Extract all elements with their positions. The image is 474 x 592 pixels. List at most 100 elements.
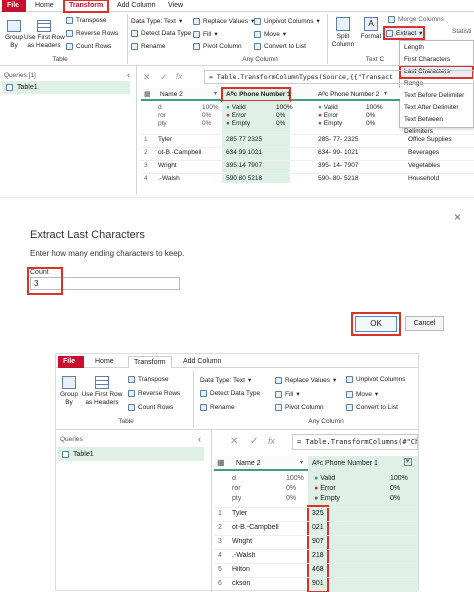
use-first-row-button[interactable]: Use First Row as Headers xyxy=(80,376,124,407)
cell-category[interactable]: Beverages xyxy=(408,149,439,156)
tab-home[interactable]: Home xyxy=(30,0,59,12)
column-filter-icon[interactable]: ▾ xyxy=(300,459,303,466)
fill-button[interactable]: Fill ▾ xyxy=(275,390,300,398)
formula-input[interactable]: = Table.TransformColumns(#"Ch xyxy=(292,434,418,450)
tab-view[interactable]: View xyxy=(163,0,188,12)
cell-name2[interactable]: Hilton xyxy=(232,566,306,573)
column-filter-icon[interactable]: ▾ xyxy=(214,90,217,97)
cell-phone1[interactable]: 907 xyxy=(312,538,324,545)
move-button[interactable]: Move ▾ xyxy=(346,390,378,398)
tab-transform[interactable]: Transform xyxy=(128,356,172,368)
column-header-name2[interactable]: Name 2 xyxy=(160,91,183,98)
formula-input[interactable]: = Table.TransformColumnTypes(Source,{{"T… xyxy=(204,70,474,84)
data-type-dropdown[interactable]: Data Type: Text ▾ xyxy=(131,17,182,26)
fill-button[interactable]: Fill ▾ xyxy=(193,30,218,38)
move-button[interactable]: Move ▾ xyxy=(254,30,286,38)
cell-phone1[interactable]: 634 99 1021 xyxy=(226,149,262,156)
cell-phone1[interactable]: 285 77 2325 xyxy=(226,136,262,143)
split-column-button[interactable]: Split Column xyxy=(330,17,356,49)
detect-data-type-button[interactable]: Detect Data Type xyxy=(200,390,260,397)
use-first-row-button[interactable]: Use First Row as Headers xyxy=(24,20,65,50)
collapse-pane-icon[interactable]: ‹ xyxy=(198,434,201,444)
collapse-pane-icon[interactable]: ‹ xyxy=(127,70,130,80)
rename-button[interactable]: Rename xyxy=(131,43,166,50)
group-by-button[interactable]: Group By xyxy=(58,376,80,407)
cell-phone1[interactable]: 590 80 5218 xyxy=(226,175,262,182)
unpivot-columns-button[interactable]: Unpivot Columns xyxy=(346,376,406,383)
extract-label: Extract xyxy=(396,29,417,37)
count-rows-button[interactable]: Count Rows xyxy=(128,404,173,411)
transpose-button[interactable]: Transpose xyxy=(66,17,106,24)
replace-values-button[interactable]: Replace Values ▾ xyxy=(193,17,254,25)
menu-item-text-between-delimiters[interactable]: Text Between Delimiters xyxy=(400,114,473,135)
tab-file[interactable]: File xyxy=(2,0,26,12)
table-menu-icon[interactable]: ▦ xyxy=(217,458,225,467)
ok-button[interactable]: OK xyxy=(355,316,397,332)
replace-values-button[interactable]: Replace Values ▾ xyxy=(275,376,336,384)
unpivot-columns-button[interactable]: Unpivot Columns ▾ xyxy=(254,17,320,25)
menu-item-text-before-delimiter[interactable]: Text Before Delimiter xyxy=(400,90,473,102)
cell-phone1[interactable]: 218 xyxy=(312,552,324,559)
cell-category[interactable]: Household xyxy=(408,175,439,182)
commit-formula-icon[interactable]: ✓ xyxy=(160,72,168,83)
cell-name2[interactable]: .-Walsh xyxy=(158,175,220,182)
convert-to-list-button[interactable]: Convert to List xyxy=(346,404,398,411)
cell-name2[interactable]: ot-B.-Campbell xyxy=(158,149,220,156)
cancel-button[interactable]: Cancel xyxy=(405,316,444,331)
transpose-icon xyxy=(66,17,73,24)
commit-formula-icon[interactable]: ✓ xyxy=(250,436,258,447)
cell-name2[interactable]: Wright xyxy=(232,538,306,545)
tab-home[interactable]: Home xyxy=(90,356,119,368)
group-by-button[interactable]: Group By xyxy=(2,20,26,50)
column-header-name2[interactable]: Name 2 xyxy=(236,460,261,467)
cell-name2[interactable]: ckson xyxy=(232,580,306,587)
data-type-dropdown[interactable]: Data Type: Text ▾ xyxy=(200,376,251,385)
tab-add-column[interactable]: Add Column xyxy=(178,356,227,368)
table-menu-icon[interactable]: ▦ xyxy=(144,90,151,98)
count-input[interactable]: 3 xyxy=(34,279,38,288)
cell-phone1[interactable]: 395 14 7907 xyxy=(226,162,262,169)
cell-phone1[interactable]: 468 xyxy=(312,566,324,573)
cell-phone2[interactable]: 285- 77- 2325 xyxy=(318,136,358,143)
cell-phone2[interactable]: 590- 80- 5218 xyxy=(318,175,358,182)
format-button[interactable]: A Format xyxy=(358,17,384,41)
cell-phone2[interactable]: 395- 14- 7907 xyxy=(318,162,358,169)
tab-transform[interactable]: Transform xyxy=(62,0,110,13)
cell-name2[interactable]: Tyler xyxy=(232,510,306,517)
count-rows-button[interactable]: Count Rows xyxy=(66,43,111,50)
cell-name2[interactable]: .-Walsh xyxy=(232,552,306,559)
reverse-rows-button[interactable]: Reverse Rows xyxy=(128,390,180,397)
row-number: 5 xyxy=(218,566,222,573)
detect-data-type-button[interactable]: Detect Data Type xyxy=(131,30,191,37)
cell-phone1[interactable]: 325 xyxy=(312,510,324,517)
cell-name2[interactable]: ot-B.-Campbell xyxy=(232,524,306,531)
column-filter-icon[interactable]: ▾ xyxy=(384,90,387,97)
query-item-table1[interactable]: Table1 xyxy=(58,447,204,461)
transpose-button[interactable]: Transpose xyxy=(128,376,168,383)
cell-name2[interactable]: Wright xyxy=(158,162,220,169)
reverse-rows-button[interactable]: Reverse Rows xyxy=(66,30,118,37)
convert-to-list-button[interactable]: Convert to List xyxy=(254,43,306,50)
cell-phone1[interactable]: 021 xyxy=(312,524,324,531)
extract-dropdown[interactable]: Extract ▾ xyxy=(383,26,425,40)
statistics-label[interactable]: Statisti xyxy=(452,28,472,35)
query-item-table1[interactable]: Table1 xyxy=(2,81,130,94)
close-icon[interactable]: × xyxy=(454,210,461,224)
cell-category[interactable]: Vegetables xyxy=(408,162,440,169)
rename-button[interactable]: Rename xyxy=(200,404,235,411)
cancel-formula-icon[interactable]: ✕ xyxy=(143,72,151,83)
pivot-column-button[interactable]: Pivot Column xyxy=(193,43,242,50)
cell-phone2[interactable]: 634- 99- 1021 xyxy=(318,149,358,156)
cell-name2[interactable]: Tyler xyxy=(158,136,220,143)
tab-file[interactable]: File xyxy=(58,356,84,368)
pivot-column-button[interactable]: Pivot Column xyxy=(275,404,324,411)
merge-columns-button[interactable]: Merge Columns xyxy=(388,16,444,23)
tab-add-column[interactable]: Add Column xyxy=(112,0,161,12)
column-filter-icon[interactable]: ▾ xyxy=(404,458,412,466)
menu-item-text-after-delimiter[interactable]: Text After Delimiter xyxy=(400,102,473,114)
cancel-formula-icon[interactable]: ✕ xyxy=(230,436,238,447)
cell-category[interactable]: Office Supplies xyxy=(408,136,452,143)
cell-phone1[interactable]: 901 xyxy=(312,580,324,587)
menu-item-length[interactable]: Length xyxy=(400,42,473,54)
column-header-phone2[interactable]: Aᴮc Phone Number 2 xyxy=(318,91,379,98)
